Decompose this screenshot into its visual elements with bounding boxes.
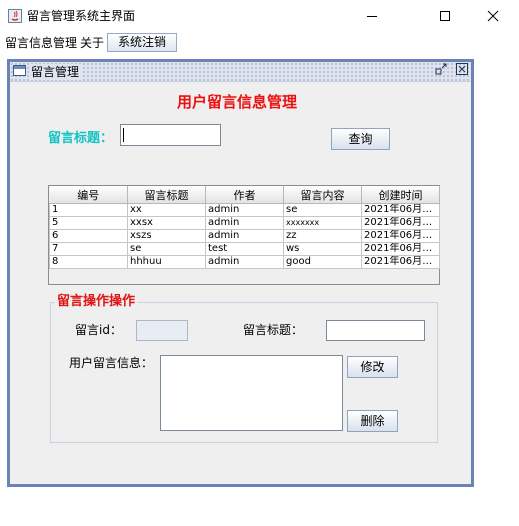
delete-button[interactable]: 删除 — [347, 410, 398, 432]
column-header[interactable]: 编号 — [49, 186, 128, 204]
message-title-input[interactable] — [326, 320, 425, 341]
table-cell[interactable]: 8 — [49, 255, 128, 269]
table-cell[interactable]: test — [205, 242, 284, 256]
page-heading: 用户留言信息管理 — [176, 93, 297, 111]
maximize-icon — [440, 11, 450, 21]
table-cell[interactable]: admin — [205, 255, 284, 269]
minimize-button[interactable] — [349, 0, 395, 32]
table-cell[interactable]: good — [283, 255, 362, 269]
column-header[interactable]: 留言内容 — [283, 186, 362, 204]
table-cell[interactable]: 2021年06月19... — [361, 242, 440, 256]
close-frame-icon — [456, 63, 468, 75]
table-cell[interactable]: se — [127, 242, 206, 256]
window-title: 留言管理系统主界面 — [27, 9, 136, 23]
operations-group-title: 留言操作操作 — [55, 294, 138, 310]
menu-about[interactable]: 关于 — [80, 35, 104, 51]
internal-frame-title: 留言管理 — [30, 64, 83, 80]
close-button[interactable] — [470, 0, 516, 32]
close-icon — [487, 10, 499, 22]
table-row[interactable]: 8 hhhuu admin good 2021年06月25... — [49, 255, 440, 269]
table-cell[interactable]: admin — [205, 203, 284, 217]
frame-icon — [13, 65, 26, 76]
table-cell[interactable]: 2021年06月18... — [361, 203, 440, 217]
table-cell[interactable]: admin — [205, 216, 284, 230]
column-header[interactable]: 创建时间 — [361, 186, 440, 204]
table-cell[interactable]: 7 — [49, 242, 128, 256]
table-header-row: 编号 留言标题 作者 留言内容 创建时间 — [49, 186, 440, 204]
table-row[interactable]: 5 xxsx admin xxxxxxx 2021年06月19... — [49, 216, 440, 230]
message-title-label: 留言标题： — [243, 323, 304, 337]
table-cell[interactable]: ws — [283, 242, 362, 256]
search-button[interactable]: 查询 — [331, 128, 390, 150]
message-id-label: 留言id： — [75, 323, 122, 337]
minimize-icon — [367, 16, 377, 17]
table-cell[interactable]: xxsx — [127, 216, 206, 230]
table-cell[interactable]: zz — [283, 229, 362, 243]
message-info-label: 用户留言信息： — [69, 356, 154, 370]
search-title-input[interactable] — [120, 124, 221, 146]
table-cell[interactable]: xxxxxxx — [283, 216, 362, 230]
table-cell[interactable]: 1 — [49, 203, 128, 217]
table-row[interactable]: 7 se test ws 2021年06月19... — [49, 242, 440, 256]
table-cell[interactable]: se — [283, 203, 362, 217]
restore-icon — [435, 63, 447, 75]
search-title-label: 留言标题： — [48, 131, 114, 146]
column-header[interactable]: 留言标题 — [127, 186, 206, 204]
table-cell[interactable]: 2021年06月19... — [361, 216, 440, 230]
maximize-button[interactable] — [422, 0, 468, 32]
column-header[interactable]: 作者 — [205, 186, 284, 204]
message-table[interactable]: 编号 留言标题 作者 留言内容 创建时间 1 xx admin se 2021年… — [49, 186, 440, 269]
close-frame-button[interactable] — [454, 63, 470, 79]
table-cell[interactable]: 2021年06月25... — [361, 255, 440, 269]
table-row[interactable]: 1 xx admin se 2021年06月18... — [49, 203, 440, 217]
message-info-textarea[interactable] — [160, 355, 343, 431]
table-cell[interactable]: admin — [205, 229, 284, 243]
restore-frame-button[interactable] — [433, 63, 449, 79]
java-app-icon — [8, 9, 22, 23]
table-cell[interactable]: 2021年06月19... — [361, 229, 440, 243]
message-id-field — [136, 320, 188, 341]
table-cell[interactable]: xx — [127, 203, 206, 217]
table-cell[interactable]: xszs — [127, 229, 206, 243]
logout-button[interactable]: 系统注销 — [107, 33, 177, 52]
menu-bar — [0, 32, 519, 54]
table-cell[interactable]: 6 — [49, 229, 128, 243]
table-cell[interactable]: hhhuu — [127, 255, 206, 269]
edit-button[interactable]: 修改 — [347, 356, 398, 378]
menu-message-management[interactable]: 留言信息管理 — [5, 35, 77, 51]
table-row[interactable]: 6 xszs admin zz 2021年06月19... — [49, 229, 440, 243]
table-cell[interactable]: 5 — [49, 216, 128, 230]
